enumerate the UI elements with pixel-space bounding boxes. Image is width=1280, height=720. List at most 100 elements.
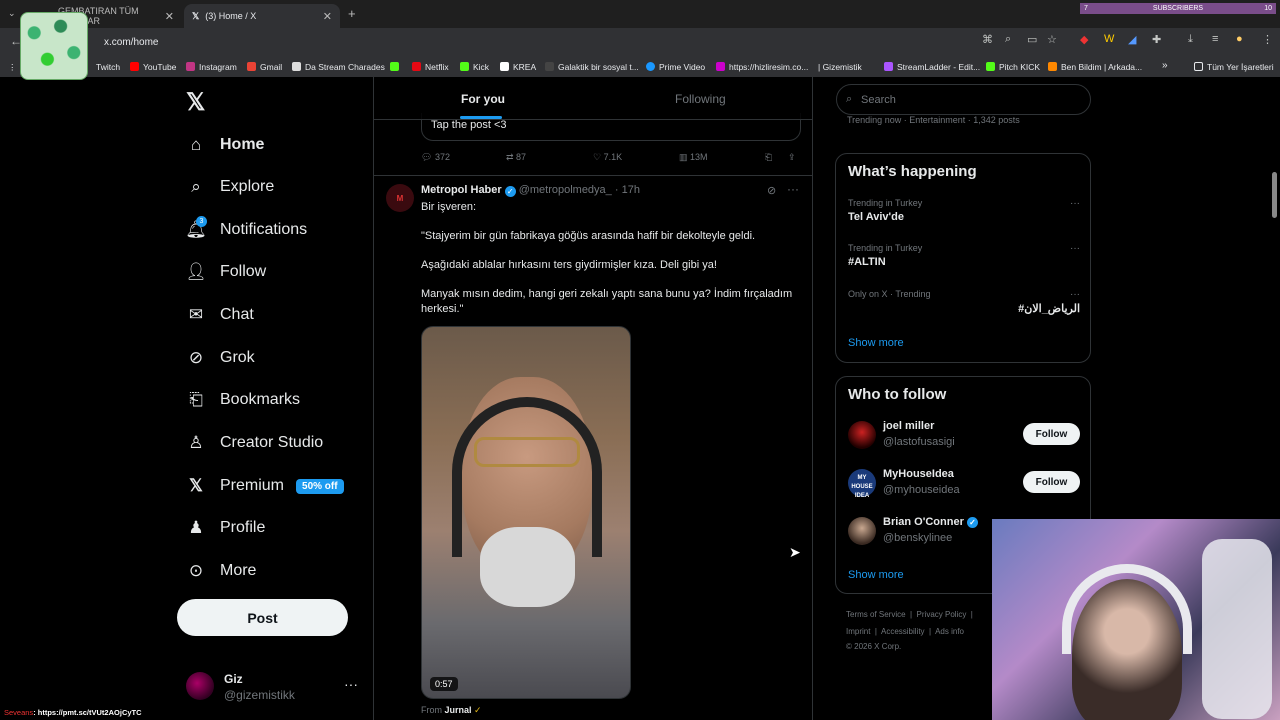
footer-link[interactable]: Terms of Service bbox=[846, 610, 906, 619]
nav-home[interactable]: ⌂ Home bbox=[186, 130, 265, 160]
video-duration: 0:57 bbox=[430, 677, 458, 691]
extension-icon[interactable]: ◆ bbox=[1080, 33, 1088, 46]
share-icon[interactable]: ⇪ bbox=[788, 152, 796, 163]
translate-icon[interactable]: ⌘ bbox=[982, 33, 993, 46]
bookmark-pitch-kick[interactable]: Pitch KICK bbox=[986, 62, 1040, 72]
address-bar[interactable]: x.com/home bbox=[88, 33, 968, 52]
puzzle-icon[interactable]: ✚ bbox=[1152, 33, 1161, 46]
extension-icon[interactable]: W bbox=[1104, 33, 1114, 45]
nav-profile[interactable]: ♟ Profile bbox=[186, 513, 265, 543]
x-favicon-icon: 𝕏 bbox=[192, 10, 200, 21]
bookmarks-bar: ⋮⋮ Twitch YouTube Instagram Gmail Da Str… bbox=[0, 57, 1280, 77]
cast-icon[interactable]: ▭ bbox=[1027, 33, 1037, 46]
from-source[interactable]: Jurnal bbox=[445, 705, 472, 715]
tab-for-you[interactable]: For you bbox=[461, 92, 505, 106]
footer-link[interactable]: Ads info bbox=[935, 627, 964, 636]
grok-icon: ⊘ bbox=[188, 348, 204, 367]
avatar[interactable]: M bbox=[386, 184, 414, 212]
media-icon[interactable]: ≡ bbox=[1212, 33, 1218, 45]
bookmarks-overflow-icon[interactable]: » bbox=[1162, 60, 1168, 71]
trend-item[interactable]: Trending in Turkey #ALTIN ··· bbox=[848, 243, 1080, 268]
more-dots-icon[interactable]: ··· bbox=[1070, 198, 1080, 209]
nav-notifications[interactable]: 🔔︎ 3 Notifications bbox=[185, 215, 307, 245]
bookmarks-folder[interactable]: Tüm Yer İşaretleri bbox=[1194, 62, 1274, 72]
nav-grok[interactable]: ⊘ Grok bbox=[186, 343, 255, 373]
footer-link[interactable]: Accessibility bbox=[881, 627, 925, 636]
footer-links: Terms of Service | Privacy Policy | bbox=[846, 610, 973, 619]
kebab-menu-icon[interactable]: ⋮ bbox=[1262, 33, 1273, 46]
bookmark-instagram[interactable]: Instagram bbox=[186, 62, 237, 72]
stream-chat-ticker: Seveans: https://pmt.sc/tVUt2AOjCyTC bbox=[0, 706, 240, 718]
follow-suggestion[interactable]: joel miller @lastofusasigi Follow bbox=[848, 420, 1080, 454]
zoom-icon[interactable]: ⌕ bbox=[1005, 33, 1011, 46]
nav-label: Premium bbox=[220, 477, 285, 494]
bookmark-ben-bildim[interactable]: Ben Bildim | Arkada... bbox=[1048, 62, 1142, 72]
follow-suggestion[interactable]: MY HOUSE IDEA MyHouseIdea @myhouseidea Fol… bbox=[848, 468, 1080, 502]
bookmark-krea[interactable]: KREA bbox=[500, 62, 536, 72]
bookmark-charades[interactable]: Da Stream Charades bbox=[292, 62, 385, 72]
bookmark-icon[interactable]: ⎗ bbox=[765, 152, 772, 163]
bookmark-kick-icon[interactable] bbox=[390, 62, 403, 72]
trend-item[interactable]: Trending in Turkey Tel Aviv'de ··· bbox=[848, 198, 1080, 223]
more-dots-icon[interactable]: ··· bbox=[787, 182, 799, 196]
nav-creator-studio[interactable]: ♙ Creator Studio bbox=[186, 428, 323, 458]
download-icon[interactable]: ⤓ bbox=[1188, 33, 1193, 46]
views-button[interactable]: ▥ 13M bbox=[679, 152, 708, 163]
trend-item[interactable]: Only on X · Trending #الرياض_الان ··· bbox=[848, 289, 1080, 315]
profile-avatar-icon[interactable]: ● bbox=[1236, 33, 1243, 45]
bookmark-gizemistik[interactable]: | Gizemistik bbox=[818, 62, 862, 72]
extension-icon[interactable]: ◢ bbox=[1128, 33, 1136, 46]
like-button[interactable]: ♡ 7.1K bbox=[593, 152, 622, 163]
star-icon[interactable]: ☆ bbox=[1047, 33, 1057, 46]
trend-topic: #ALTIN bbox=[848, 256, 886, 268]
post-time[interactable]: · 17h bbox=[615, 184, 640, 196]
search-placeholder: Search bbox=[861, 94, 896, 106]
search-input[interactable]: ⌕ Search bbox=[836, 84, 1091, 115]
webcam-headphones bbox=[1062, 564, 1192, 654]
show-more-link[interactable]: Show more bbox=[848, 569, 904, 581]
footer-link[interactable]: Privacy Policy bbox=[917, 610, 967, 619]
reply-button[interactable]: 💬︎ 372 bbox=[421, 152, 450, 163]
nav-bookmarks[interactable]: ⎗ Bookmarks bbox=[186, 385, 300, 415]
post-text-line: Manyak mısın dedim, hangi geri zekalı ya… bbox=[421, 288, 793, 315]
grok-icon[interactable]: ⊘ bbox=[767, 184, 776, 197]
post-button[interactable]: Post bbox=[177, 599, 348, 636]
bookmark-hizliresim[interactable]: https://hizliresim.co... bbox=[716, 62, 808, 72]
bookmark-twitch[interactable]: Twitch bbox=[96, 62, 120, 72]
more-dots-icon[interactable]: ··· bbox=[1070, 289, 1080, 300]
tab-search-icon[interactable]: ⌄ bbox=[8, 8, 16, 19]
new-tab-button[interactable]: + bbox=[348, 6, 356, 21]
follow-button[interactable]: Follow bbox=[1023, 423, 1080, 445]
more-dots-icon[interactable]: ··· bbox=[1070, 243, 1080, 254]
video-glasses bbox=[474, 437, 580, 467]
post-author[interactable]: Metropol Haber bbox=[421, 184, 502, 196]
bookmark-kick[interactable]: Kick bbox=[460, 62, 489, 72]
nav-chat[interactable]: ✉ Chat bbox=[186, 300, 254, 330]
nav-follow[interactable]: 👤︎ Follow bbox=[185, 257, 266, 287]
follow-button[interactable]: Follow bbox=[1023, 471, 1080, 493]
x-logo-icon[interactable]: 𝕏 bbox=[186, 88, 205, 117]
footer-link[interactable]: Imprint bbox=[846, 627, 870, 636]
close-icon[interactable]: ✕ bbox=[165, 10, 174, 23]
more-dots-icon[interactable]: ··· bbox=[344, 676, 358, 692]
quoted-post-text: Tap the post <3 bbox=[431, 119, 507, 131]
bookmark-youtube[interactable]: YouTube bbox=[130, 62, 176, 72]
close-icon[interactable]: ✕ bbox=[323, 10, 332, 23]
account-switcher[interactable]: Giz @gizemistikk ··· bbox=[186, 670, 361, 704]
browser-tab-2[interactable]: 𝕏 (3) Home / X ✕ bbox=[184, 4, 340, 28]
bookmark-netflix[interactable]: Netflix bbox=[412, 62, 449, 72]
repost-button[interactable]: ⇄ 87 bbox=[506, 152, 526, 163]
scrollbar[interactable] bbox=[1272, 172, 1277, 218]
post-video[interactable]: 0:57 bbox=[421, 326, 631, 699]
nav-more[interactable]: ⊙ More bbox=[186, 556, 257, 586]
bookmark-galaktik[interactable]: Galaktik bir sosyal t... bbox=[545, 62, 639, 72]
tab-following[interactable]: Following bbox=[675, 92, 726, 106]
nav-premium[interactable]: 𝕏 Premium 50% off bbox=[186, 471, 344, 501]
show-more-link[interactable]: Show more bbox=[848, 337, 904, 349]
post-handle[interactable]: @metropolmedya_ bbox=[519, 184, 612, 196]
bookmark-prime[interactable]: Prime Video bbox=[646, 62, 705, 72]
nav-explore[interactable]: ⌕ Explore bbox=[186, 172, 274, 202]
bookmark-gmail[interactable]: Gmail bbox=[247, 62, 282, 72]
bookmark-streamladder[interactable]: StreamLadder - Edit... bbox=[884, 62, 980, 72]
feed-tabs: For you Following bbox=[374, 77, 812, 120]
